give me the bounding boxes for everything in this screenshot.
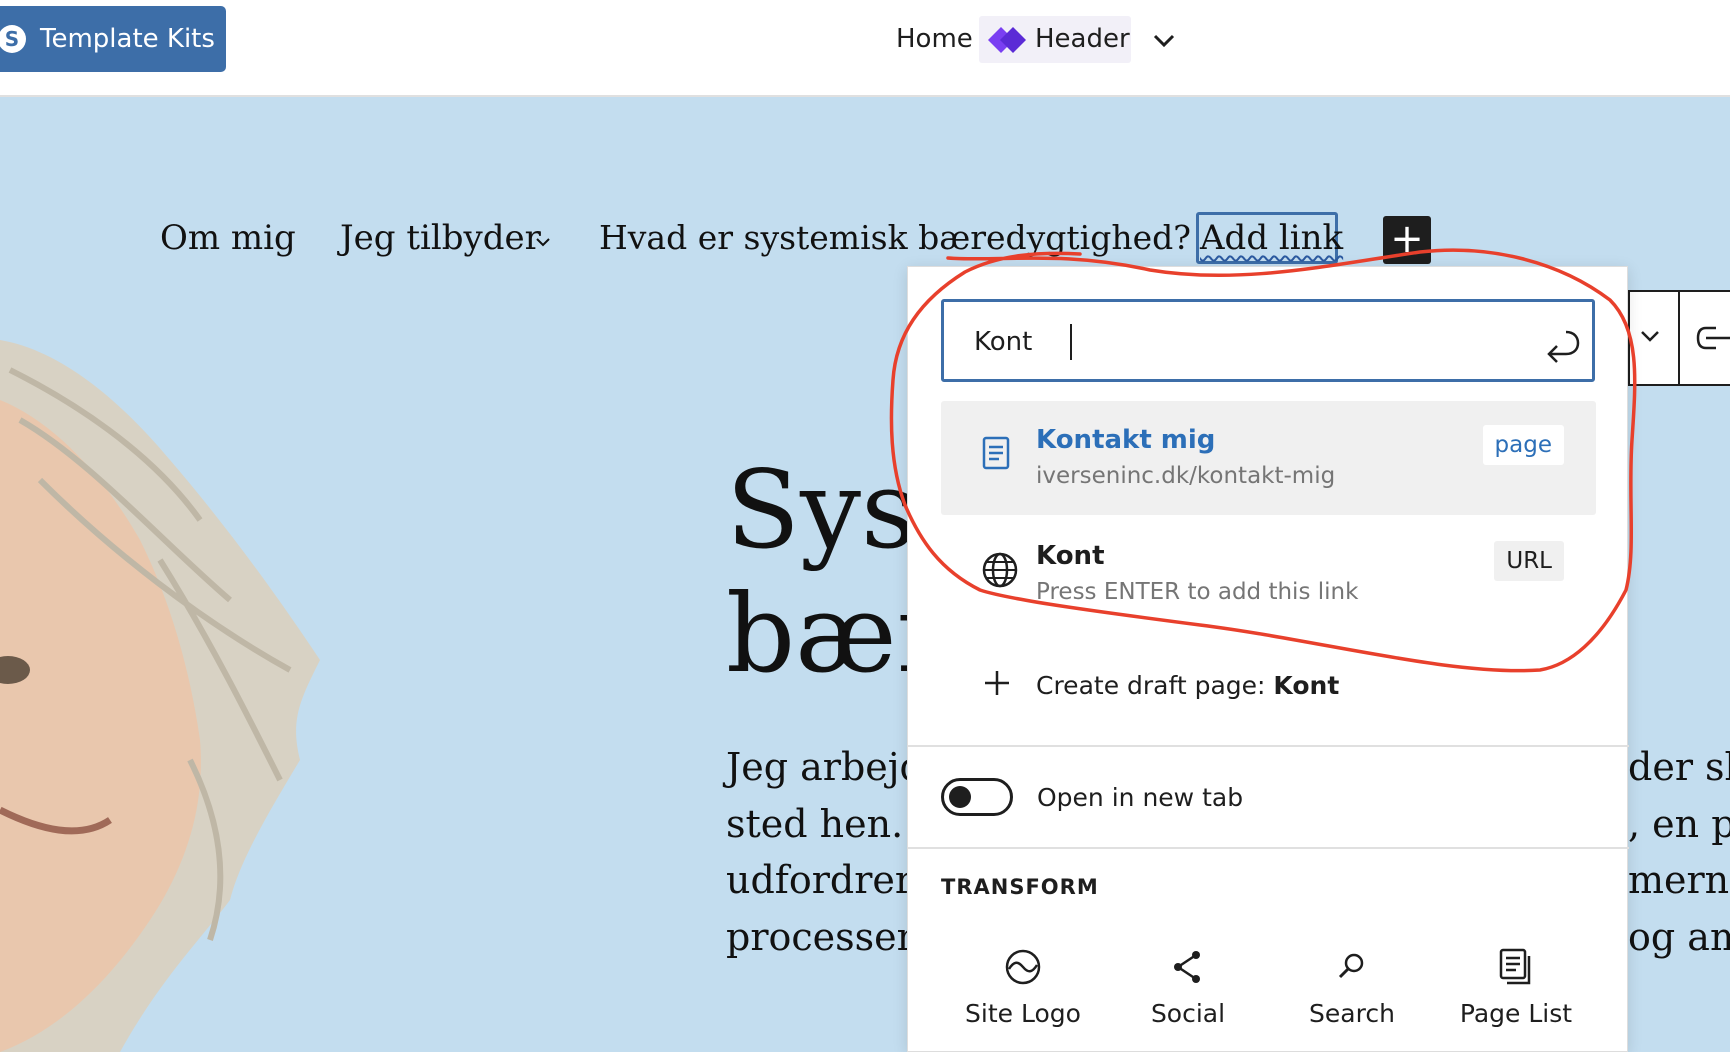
link-search-box[interactable]	[941, 299, 1595, 382]
link-suggestion-page[interactable]: Kontakt mig iverseninc.dk/kontakt-mig pa…	[941, 401, 1596, 515]
page-list-icon	[1499, 948, 1531, 985]
popover-divider	[908, 847, 1629, 849]
hero-body-line: processen	[726, 915, 922, 959]
template-kits-logo-icon: S	[0, 25, 26, 53]
open-new-tab-label[interactable]: Open in new tab	[1037, 783, 1243, 812]
open-new-tab-toggle[interactable]	[941, 778, 1013, 816]
plus-icon	[985, 671, 1009, 695]
link-search-input[interactable]	[974, 322, 1534, 362]
unlink-icon[interactable]	[1694, 322, 1730, 354]
suggestion-type-badge: page	[1482, 425, 1564, 465]
nav-item-jeg-tilbyder[interactable]: Jeg tilbyder	[340, 218, 541, 258]
hero-title-line-1: Sys	[726, 448, 917, 573]
hero-body-line: merne	[1628, 858, 1730, 902]
transform-label: Site Logo	[965, 999, 1081, 1028]
transform-heading: TRANSFORM	[941, 875, 1099, 899]
toggle-knob	[949, 786, 971, 808]
suggestion-url: iverseninc.dk/kontakt-mig	[1036, 463, 1336, 489]
suggestion-type-badge: URL	[1494, 541, 1564, 581]
hero-body-line: der sk	[1628, 745, 1730, 789]
hero-body-line: og am	[1628, 915, 1730, 959]
transform-social[interactable]: Social	[1113, 947, 1263, 1052]
transform-label: Search	[1309, 999, 1395, 1028]
suggestion-hint: Press ENTER to add this link	[1036, 579, 1359, 605]
transform-site-logo[interactable]: Site Logo	[948, 947, 1098, 1052]
transform-search[interactable]: Search	[1277, 947, 1427, 1052]
editor-top-bar: S Template Kits Home Header	[0, 0, 1730, 97]
portrait-image	[0, 340, 320, 1052]
create-draft-page-button[interactable]: Create draft page: Kont	[941, 647, 1596, 727]
add-link-text[interactable]: Add link	[1200, 218, 1343, 258]
text-caret	[1070, 324, 1072, 360]
hero-body-line: , en pr	[1628, 802, 1730, 846]
enter-return-icon[interactable]	[1542, 324, 1582, 364]
site-logo-icon	[1005, 949, 1041, 985]
create-draft-value: Kont	[1273, 671, 1340, 700]
chevron-down-icon[interactable]	[1150, 26, 1178, 54]
add-block-button[interactable]: +	[1383, 216, 1431, 264]
link-suggestion-url[interactable]: Kont Press ENTER to add this link URL	[941, 517, 1596, 631]
transform-label: Social	[1150, 999, 1226, 1028]
template-kits-button[interactable]: S Template Kits	[0, 6, 226, 72]
share-icon	[1174, 951, 1200, 983]
search-icon	[1338, 953, 1364, 979]
transform-page-list[interactable]: Page List	[1441, 947, 1591, 1052]
suggestion-title: Kontakt mig	[1036, 425, 1216, 455]
page-icon	[982, 436, 1010, 470]
link-popover: Kontakt mig iverseninc.dk/kontakt-mig pa…	[907, 266, 1629, 1052]
hero-body-line: Jeg arbejd	[726, 745, 924, 789]
create-draft-label: Create draft page: Kont	[1036, 671, 1339, 700]
template-part-icon	[988, 27, 1026, 53]
breadcrumb-header-label: Header	[1035, 24, 1130, 54]
template-kits-label: Template Kits	[40, 24, 215, 54]
globe-icon	[982, 552, 1018, 588]
suggestion-title: Kont	[1036, 541, 1105, 571]
create-draft-prefix: Create draft page:	[1036, 671, 1274, 700]
chevron-down-icon[interactable]	[534, 235, 552, 249]
hero-body-line: udfordrer	[726, 858, 914, 902]
breadcrumb-header[interactable]: Header	[979, 16, 1131, 63]
block-toolbar	[1628, 290, 1730, 386]
nav-item-om-mig[interactable]: Om mig	[160, 218, 296, 258]
breadcrumb-home[interactable]: Home	[896, 24, 973, 54]
toolbar-divider	[1678, 292, 1680, 386]
popover-divider	[908, 745, 1629, 747]
nav-item-hvad-er[interactable]: Hvad er systemisk bæredygtighed?	[599, 218, 1191, 257]
chevron-down-icon[interactable]	[1638, 322, 1662, 350]
hero-body-line: sted hen. I	[726, 802, 931, 846]
transform-label: Page List	[1459, 999, 1573, 1028]
plus-icon: +	[1390, 216, 1424, 262]
